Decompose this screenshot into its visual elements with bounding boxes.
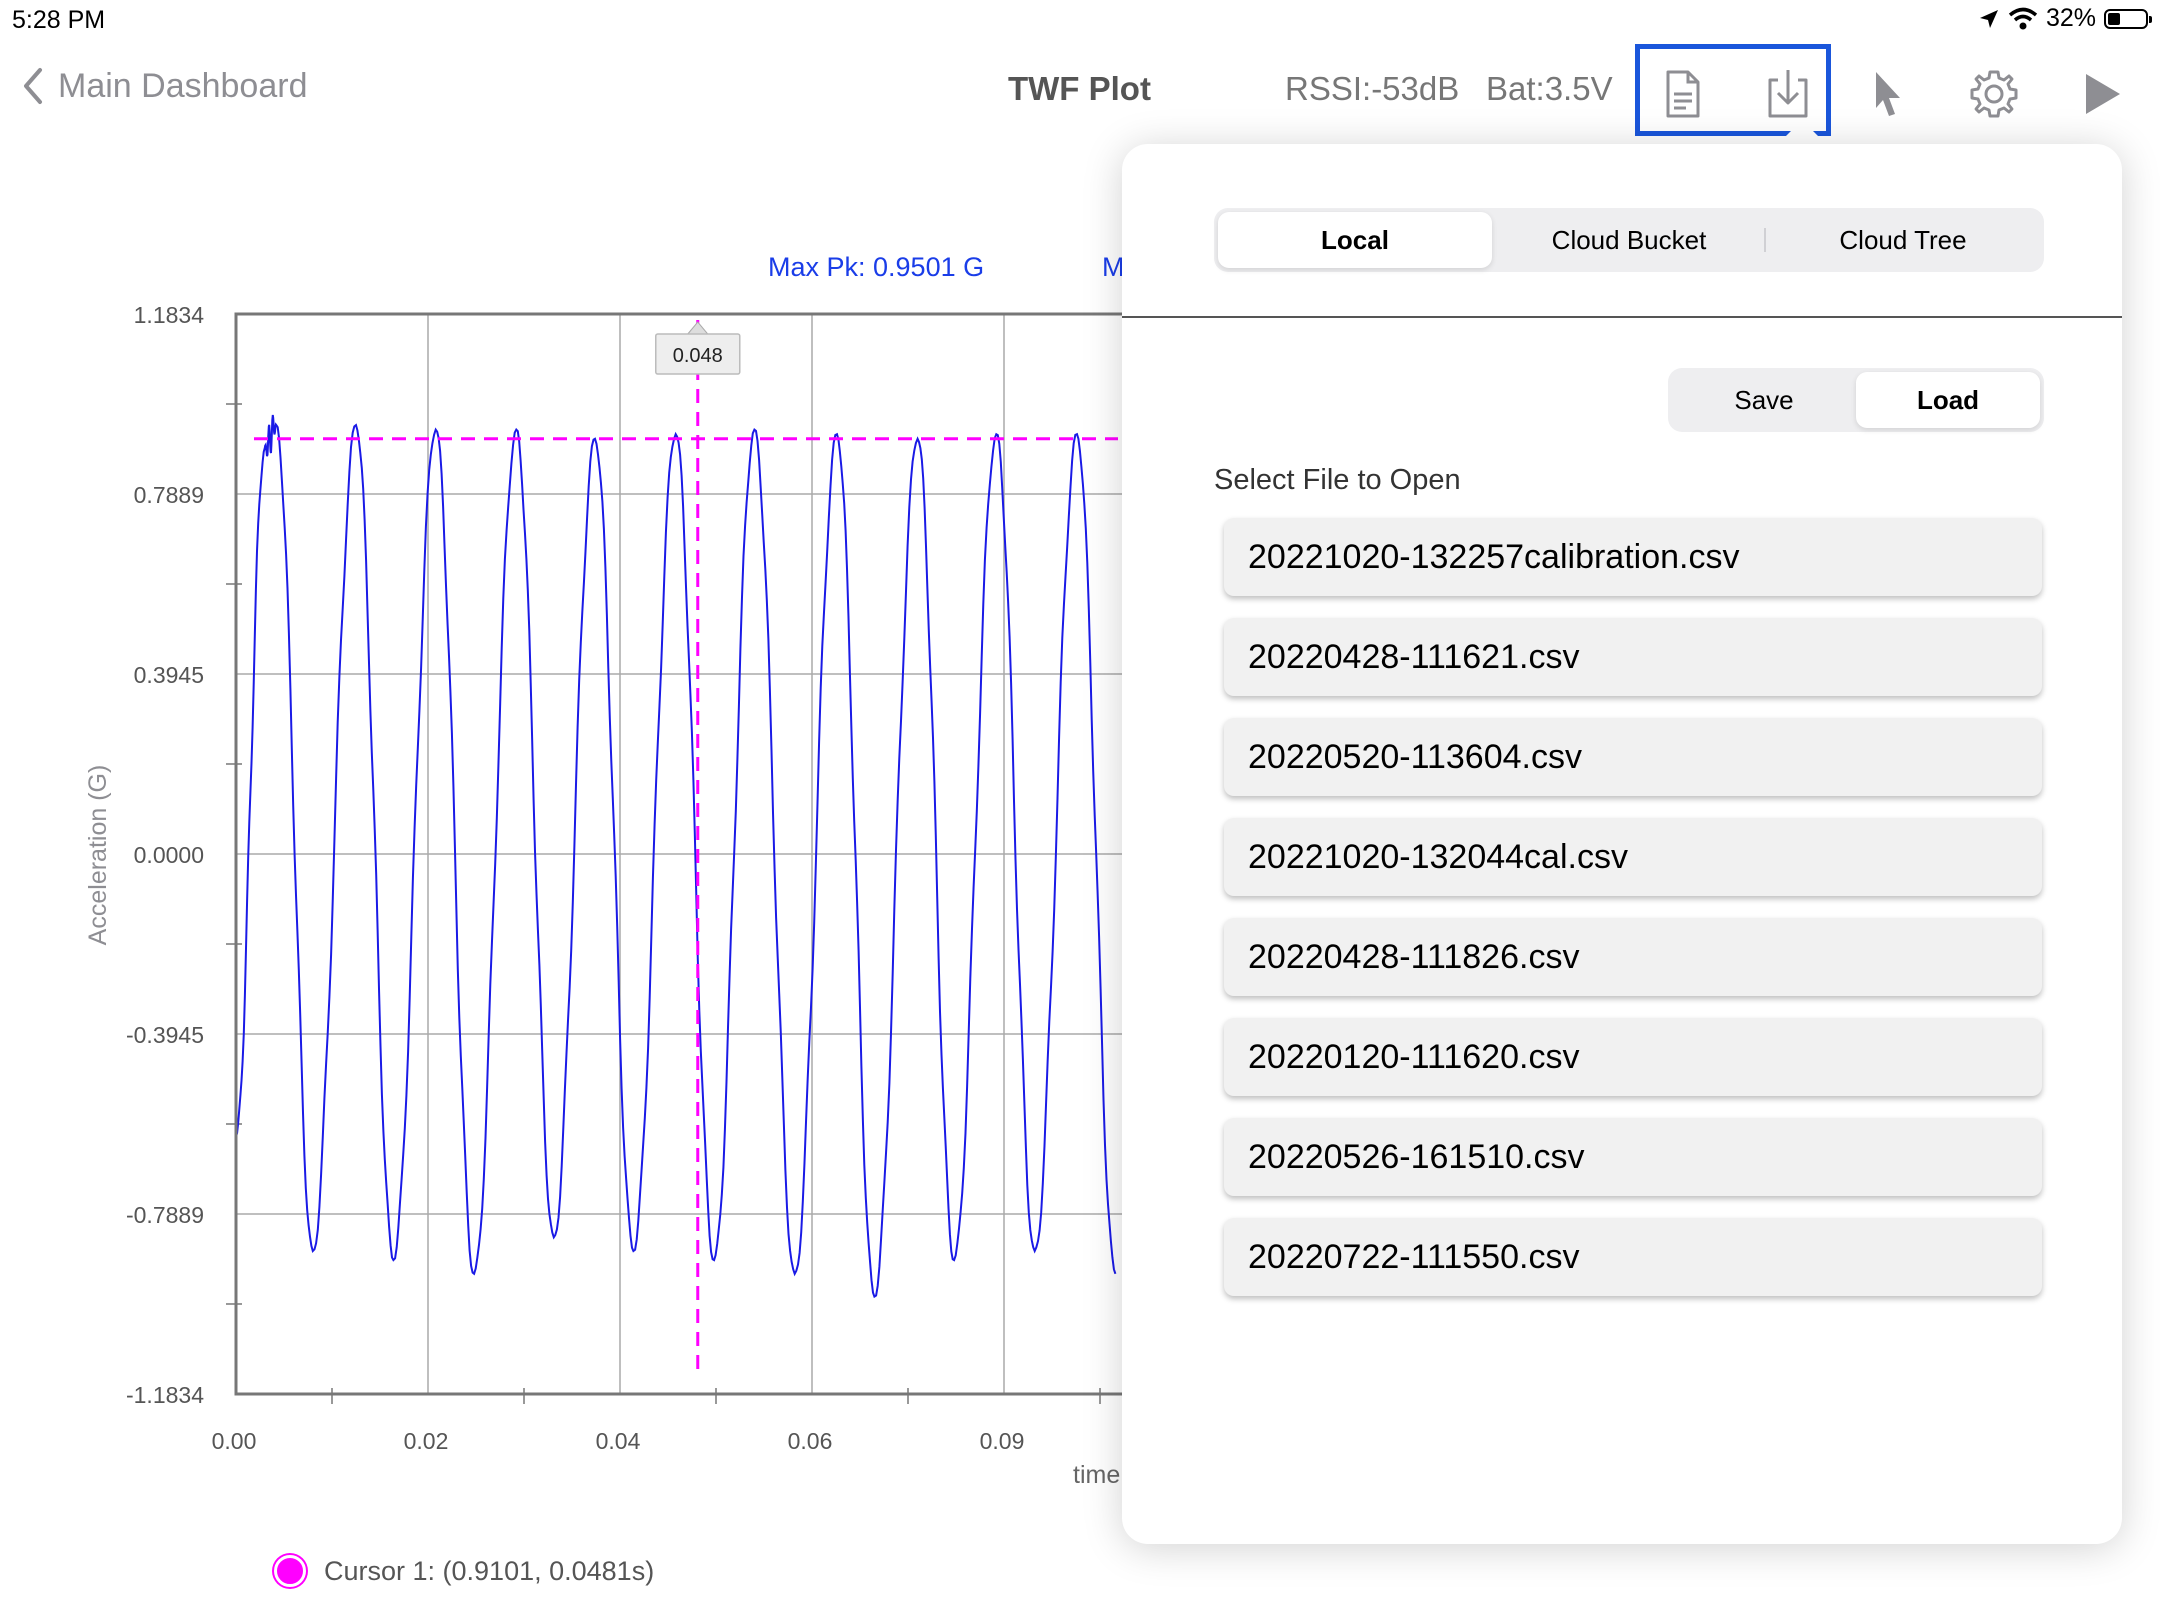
y-tick-label: 0.3945 [134, 662, 204, 688]
signal-trace [235, 414, 1117, 1299]
mode-segmented-control: Save Load [1668, 368, 2044, 432]
x-tick-label: 0.02 [404, 1428, 449, 1454]
x-tick-label: 0.00 [212, 1428, 257, 1454]
wifi-icon [2008, 7, 2038, 29]
tab-local[interactable]: Local [1218, 212, 1492, 268]
cursor-tag-arrow [686, 321, 709, 335]
page-title: TWF Plot [1008, 70, 1151, 107]
x-tick-labels: 0.00 0.02 0.04 0.06 0.09 [212, 1428, 1025, 1454]
cursor-overlay[interactable]: 0.048 [254, 320, 1118, 1378]
file-item[interactable]: 20221020-132257calibration.csv [1224, 518, 2042, 596]
file-list: 20221020-132257calibration.csv 20220428-… [1224, 518, 2042, 1318]
x-tick-label: 0.04 [596, 1428, 641, 1454]
tab-save-label: Save [1734, 384, 1794, 415]
file-item[interactable]: 20220722-111550.csv [1224, 1218, 2042, 1296]
tab-load-label: Load [1916, 384, 1980, 415]
file-item[interactable]: 20220526-161510.csv [1224, 1118, 2042, 1196]
x-tick-label: 0.06 [788, 1428, 833, 1454]
tab-save[interactable]: Save [1672, 372, 1856, 428]
cursor-legend[interactable]: Cursor 1: (0.9101, 0.0481s) [274, 1555, 654, 1587]
location-icon [1979, 9, 1998, 28]
download-icon[interactable] [1760, 66, 1816, 122]
document-icon[interactable] [1654, 66, 1710, 122]
y-tick-label: 1.1834 [134, 302, 205, 328]
source-segmented-control: Local Cloud Bucket Cloud Tree [1214, 208, 2044, 272]
y-tick-label: -0.3945 [126, 1022, 204, 1048]
x-axis-label: time [1073, 1461, 1120, 1489]
back-button-label: Main Dashboard [58, 66, 308, 105]
twf-chart[interactable]: 1.1834 0.7889 0.3945 0.0000 -0.3945 -0.7889 -1… [0, 230, 1130, 1500]
y-tick-label: 0.7889 [134, 482, 204, 508]
file-item[interactable]: 20220428-111826.csv [1224, 918, 2042, 996]
file-item[interactable]: 20220520-113604.csv [1224, 718, 2042, 796]
status-indicators: 32% [1978, 4, 2152, 33]
file-item[interactable]: 20220428-111621.csv [1224, 618, 2042, 696]
pointer-icon[interactable] [1860, 66, 1916, 122]
y-tick-labels: 1.1834 0.7889 0.3945 0.0000 -0.3945 -0.7889 -1… [126, 302, 204, 1408]
file-item[interactable]: 20221020-132044cal.csv [1224, 818, 2042, 896]
battery-percent: 32% [2045, 4, 2096, 32]
y-tick-label: -1.1834 [126, 1382, 204, 1408]
play-icon[interactable] [2074, 66, 2130, 122]
file-list-heading: Select File to Open [1214, 464, 1461, 496]
tab-local-label: Local [1321, 224, 1389, 255]
gear-icon[interactable] [1966, 66, 2022, 122]
cursor-legend-label: Cursor 1: (0.9101, 0.0481s) [324, 1555, 655, 1586]
file-item[interactable]: 20220120-111620.csv [1224, 1018, 2042, 1096]
x-tick-label: 0.09 [980, 1428, 1025, 1454]
file-popover: Local Cloud Bucket Cloud Tree Save Load … [1122, 144, 2122, 1544]
battery-icon [2104, 8, 2152, 29]
y-axis-label: Acceleration (G) [84, 765, 112, 946]
chevron-left-icon [24, 68, 42, 104]
cursor-marker-icon [274, 1555, 306, 1587]
tab-cloud-tree[interactable]: Cloud Tree [1766, 212, 2040, 268]
y-tick-label: -0.7889 [126, 1202, 204, 1228]
divider [1122, 316, 2122, 318]
y-tick-label: 0.0000 [134, 842, 204, 868]
cursor-tag-label: 0.048 [673, 345, 723, 367]
rssi-readout: RSSI:-53dB [1285, 70, 1460, 107]
popover-arrow [1776, 120, 1828, 146]
tab-load[interactable]: Load [1856, 372, 2040, 428]
tab-cloud-bucket-label: Cloud Bucket [1551, 224, 1707, 255]
back-button[interactable]: Main Dashboard [20, 66, 307, 106]
battery-voltage-readout: Bat:3.5V [1486, 70, 1613, 107]
tab-cloud-bucket[interactable]: Cloud Bucket [1492, 212, 1766, 268]
status-time: 5:28 PM [12, 6, 106, 34]
tab-cloud-tree-label: Cloud Tree [1839, 224, 1967, 255]
